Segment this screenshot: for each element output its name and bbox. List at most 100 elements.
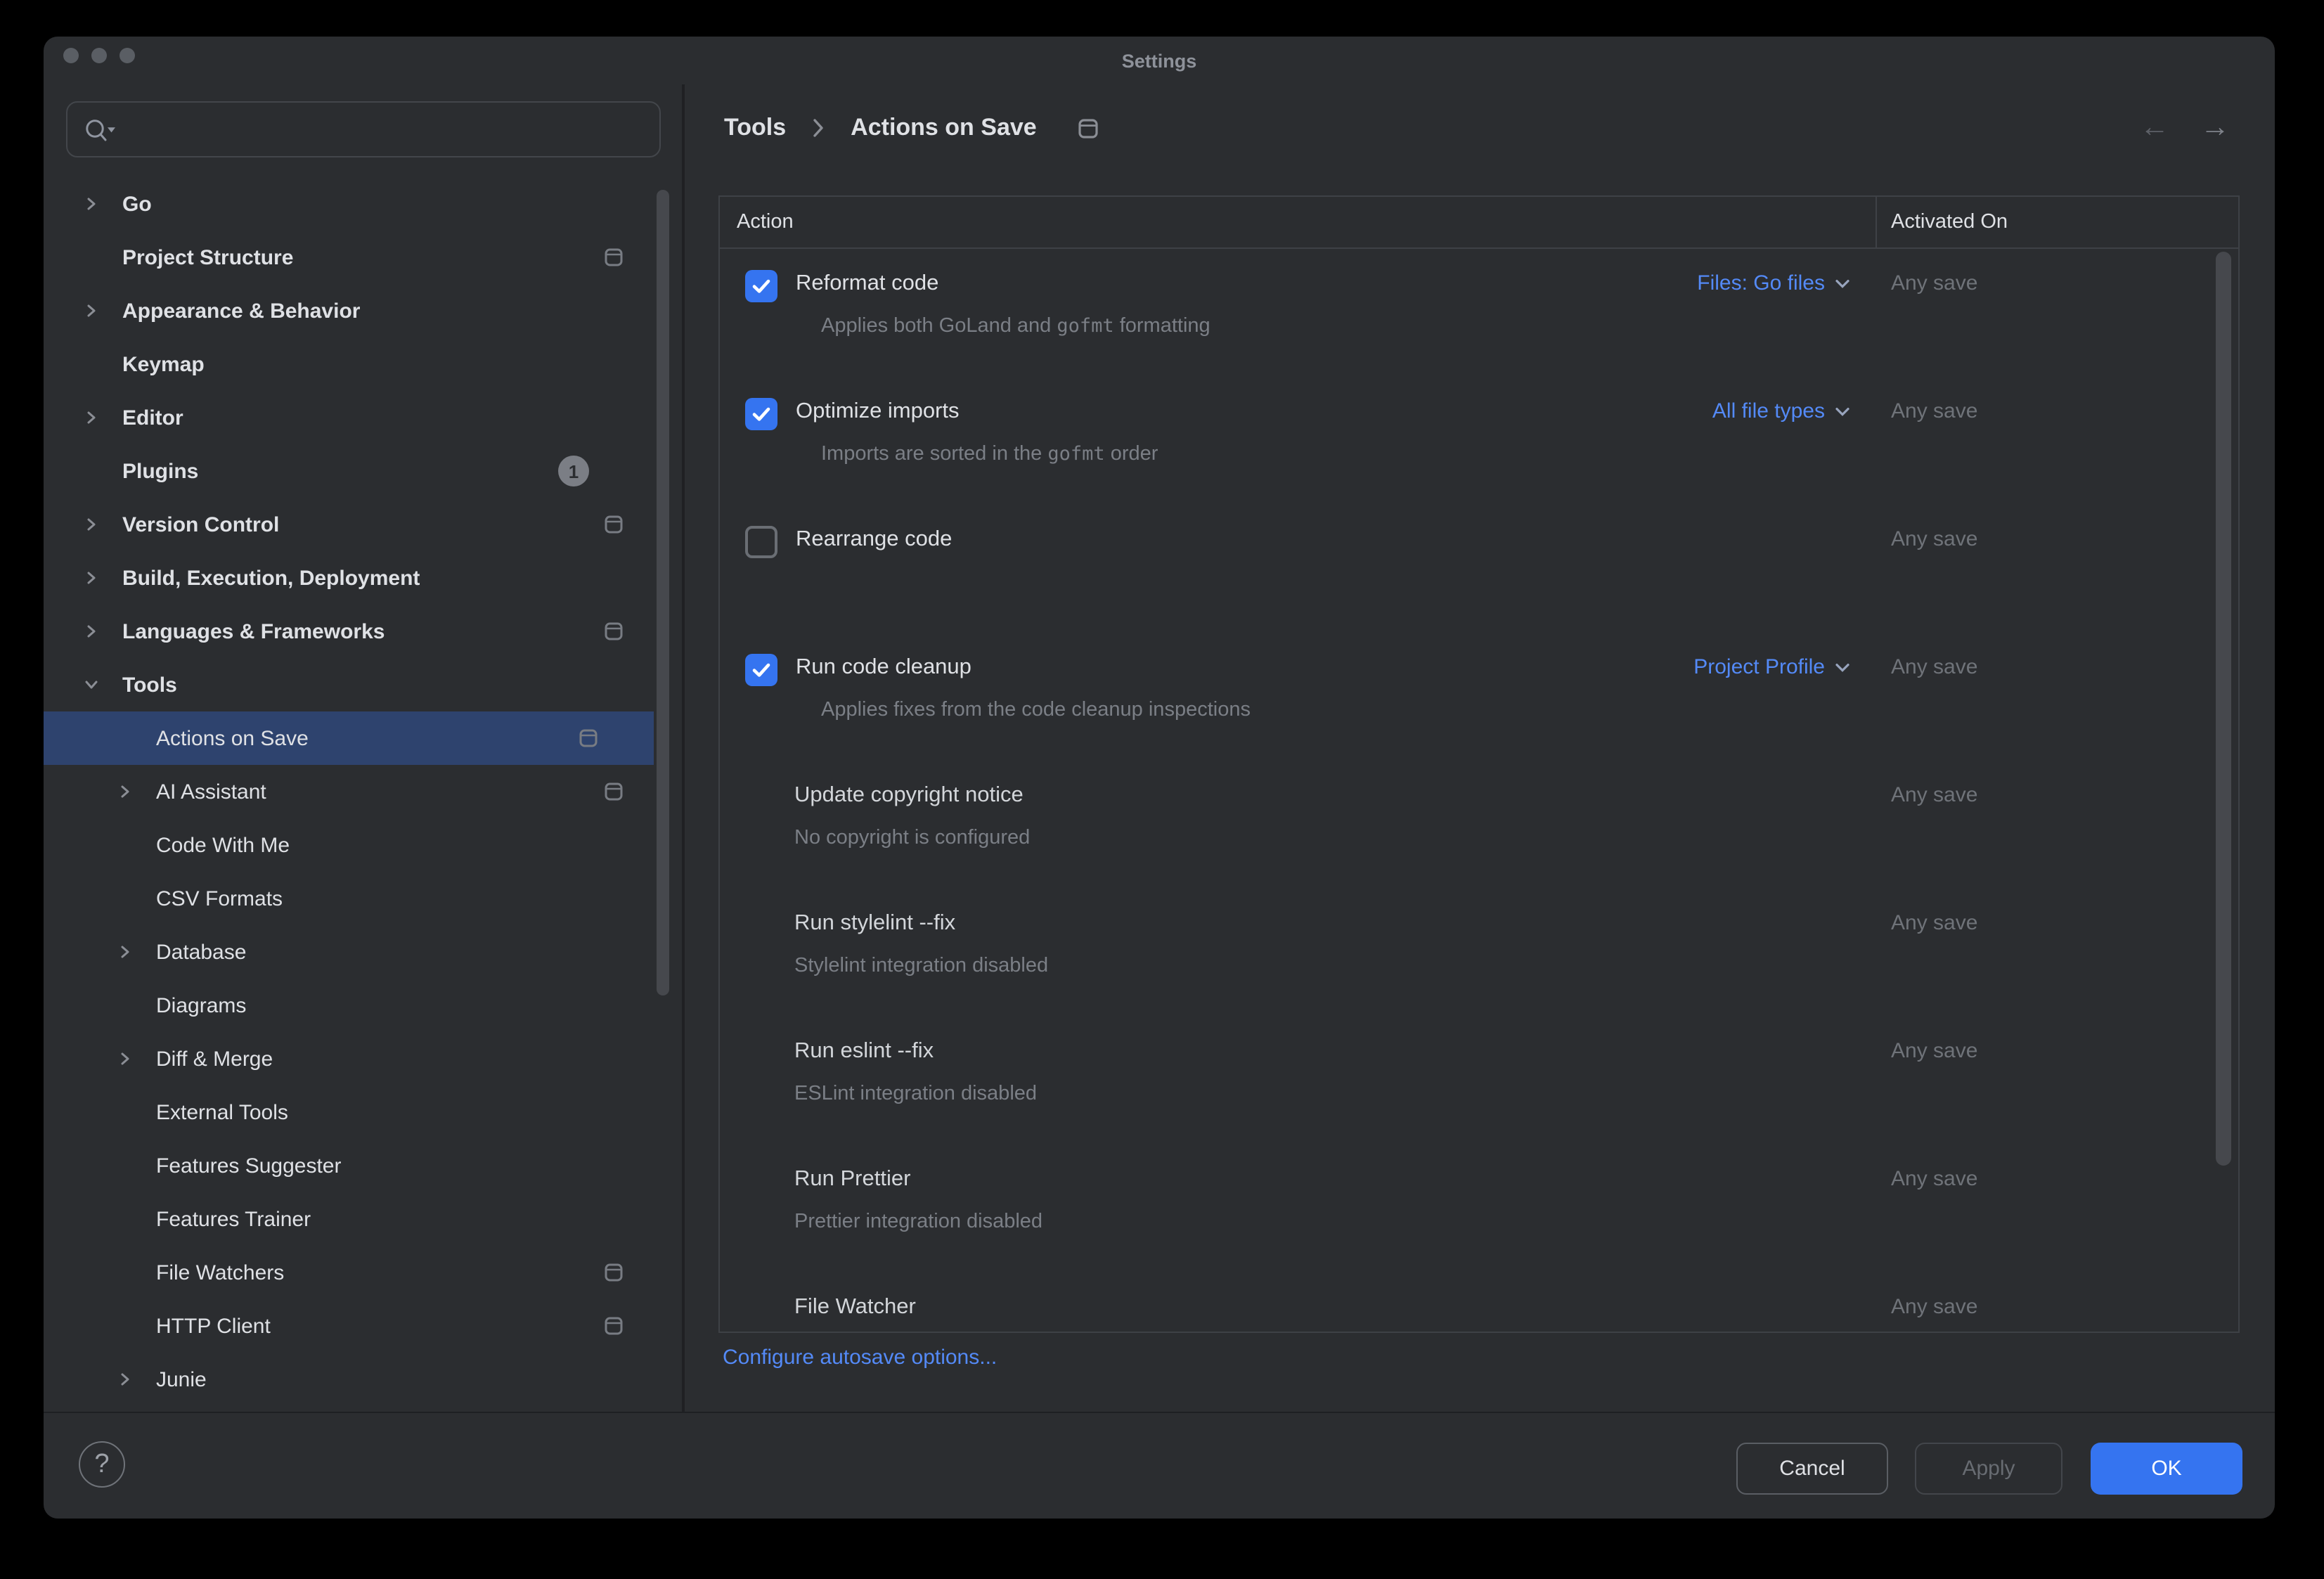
chevron-placeholder <box>117 1104 134 1121</box>
close-window-button[interactable] <box>63 48 79 63</box>
sidebar-item-label: Diagrams <box>156 993 246 1017</box>
chevron-down-icon[interactable] <box>83 676 100 693</box>
minimize-window-button[interactable] <box>91 48 107 63</box>
ide-settings-icon <box>605 1316 623 1336</box>
sidebar-item-languages-frameworks[interactable]: Languages & Frameworks <box>44 605 679 658</box>
zoom-window-button[interactable] <box>120 48 135 63</box>
action-row-reformat-code: Reformat codeApplies both GoLand and gof… <box>720 249 2238 377</box>
sidebar-item-csv-formats[interactable]: CSV Formats <box>44 872 679 925</box>
sidebar-item-label: Tools <box>122 673 177 697</box>
apply-button[interactable]: Apply <box>1915 1443 2062 1495</box>
configure-autosave-link[interactable]: Configure autosave options... <box>723 1346 997 1369</box>
scope-dropdown-all-file-types[interactable]: All file types <box>1712 399 1850 423</box>
sidebar-item-label: Features Suggester <box>156 1154 342 1178</box>
action-title: Run code cleanup <box>796 655 971 681</box>
chevron-placeholder <box>117 997 134 1014</box>
chevron-right-icon <box>811 117 825 139</box>
action-row-update-copyright-notice: Update copyright noticeNo copyright is c… <box>720 761 2238 889</box>
screen: Settings GoProject StructureAppeara <box>0 0 2324 1579</box>
sidebar-nav: Go Project Structure Appearance & Behavior… <box>44 177 679 1406</box>
sidebar-item-appearance-behavior[interactable]: Appearance & Behavior <box>44 284 679 337</box>
chevron-right-icon[interactable] <box>83 516 100 533</box>
table-scrollbar[interactable] <box>2216 252 2231 1166</box>
sidebar-item-diff-merge[interactable]: Diff & Merge <box>44 1032 679 1085</box>
sidebar-item-label: HTTP Client <box>156 1314 271 1338</box>
action-row-run-code-cleanup: Run code cleanup Applies fixes from the c… <box>720 633 2238 761</box>
action-title: Rearrange code <box>796 527 952 553</box>
sidebar-item-label: Go <box>122 192 152 216</box>
chevron-placeholder <box>117 1157 134 1174</box>
sidebar-item-database[interactable]: Database <box>44 925 679 979</box>
sidebar-item-tools[interactable]: Tools <box>44 658 679 711</box>
sidebar-item-file-watchers[interactable]: File Watchers <box>44 1246 679 1299</box>
sidebar-item-label: External Tools <box>156 1100 288 1124</box>
chevron-right-icon[interactable] <box>83 195 100 212</box>
activated-on-value: Any save <box>1891 655 1977 679</box>
action-title: Optimize imports <box>796 399 960 425</box>
chevron-right-icon[interactable] <box>83 409 100 426</box>
action-description: ESLint integration disabled <box>794 1083 1037 1105</box>
help-icon[interactable]: ? <box>79 1441 125 1488</box>
sidebar-item-features-trainer[interactable]: Features Trainer <box>44 1192 679 1246</box>
sidebar-item-keymap[interactable]: Keymap <box>44 337 679 391</box>
action-title: Reformat code <box>796 271 938 297</box>
breadcrumb-actions-on-save[interactable]: Actions on Save <box>851 114 1037 142</box>
breadcrumb-tools[interactable]: Tools <box>724 114 786 142</box>
sidebar-item-label: Keymap <box>122 352 205 376</box>
chevron-right-icon[interactable] <box>117 1050 134 1067</box>
settings-dialog: Settings GoProject StructureAppeara <box>44 37 2275 1519</box>
sidebar-item-build-execution-deployment[interactable]: Build, Execution, Deployment <box>44 551 679 605</box>
checkbox-checked[interactable] <box>745 270 777 302</box>
action-description: Stylelint integration disabled <box>794 955 1048 977</box>
ok-button[interactable]: OK <box>2091 1443 2242 1495</box>
chevron-right-icon[interactable] <box>117 1371 134 1388</box>
column-header-action: Action <box>737 197 794 247</box>
ide-settings-icon <box>605 621 623 641</box>
chevron-right-icon[interactable] <box>83 302 100 319</box>
action-description: Applies fixes from the code cleanup insp… <box>821 699 1251 721</box>
forward-arrow-icon[interactable]: → <box>2200 111 2230 145</box>
sidebar-item-project-structure[interactable]: Project Structure <box>44 231 679 284</box>
sidebar-item-version-control[interactable]: Version Control <box>44 498 679 551</box>
bottom-bar: ? Cancel Apply OK <box>44 1412 2275 1519</box>
sidebar-item-label: AI Assistant <box>156 780 266 804</box>
sidebar-item-code-with-me[interactable]: Code With Me <box>44 818 679 872</box>
sidebar-item-ai-assistant[interactable]: AI Assistant <box>44 765 679 818</box>
search-box[interactable] <box>66 101 661 157</box>
sidebar-scrollbar[interactable] <box>657 190 669 995</box>
sidebar-item-junie[interactable]: Junie <box>44 1353 679 1406</box>
chevron-placeholder <box>117 730 134 747</box>
cancel-button[interactable]: Cancel <box>1736 1443 1888 1495</box>
chevron-placeholder <box>83 356 100 373</box>
sidebar-item-plugins[interactable]: Plugins1 <box>44 444 679 498</box>
sidebar-item-label: Build, Execution, Deployment <box>122 566 420 590</box>
title-bar: Settings <box>44 37 2275 84</box>
checkbox-checked[interactable] <box>745 654 777 686</box>
back-arrow-icon[interactable]: ← <box>2140 111 2169 145</box>
table-body: Reformat codeApplies both GoLand and gof… <box>720 249 2238 1332</box>
search-input[interactable] <box>118 116 659 143</box>
checkbox-unchecked[interactable] <box>745 526 777 558</box>
sidebar-item-external-tools[interactable]: External Tools <box>44 1085 679 1139</box>
sidebar-item-features-suggester[interactable]: Features Suggester <box>44 1139 679 1192</box>
action-title: Run Prettier <box>794 1167 910 1192</box>
action-row-run-prettier: Run PrettierPrettier integration disable… <box>720 1145 2238 1272</box>
sidebar-item-diagrams[interactable]: Diagrams <box>44 979 679 1032</box>
scope-dropdown-files-go-files[interactable]: Files: Go files <box>1697 271 1850 295</box>
chevron-down-icon <box>1835 406 1850 417</box>
sidebar-item-label: Features Trainer <box>156 1207 311 1231</box>
chevron-right-icon[interactable] <box>117 783 134 800</box>
action-description: Imports are sorted in the gofmt order <box>821 443 1158 465</box>
sidebar-item-editor[interactable]: Editor <box>44 391 679 444</box>
chevron-right-icon[interactable] <box>83 569 100 586</box>
sidebar-item-actions-on-save[interactable]: Actions on Save <box>44 711 654 765</box>
activated-on-value: Any save <box>1891 783 1977 807</box>
sidebar-item-label: Appearance & Behavior <box>122 299 360 323</box>
chevron-right-icon[interactable] <box>83 623 100 640</box>
checkbox-checked[interactable] <box>745 398 777 430</box>
scope-dropdown-project-profile[interactable]: Project Profile <box>1693 655 1850 679</box>
chevron-right-icon[interactable] <box>117 943 134 960</box>
window-title: Settings <box>44 37 2275 84</box>
sidebar-item-go[interactable]: Go <box>44 177 679 231</box>
sidebar-item-http-client[interactable]: HTTP Client <box>44 1299 679 1353</box>
